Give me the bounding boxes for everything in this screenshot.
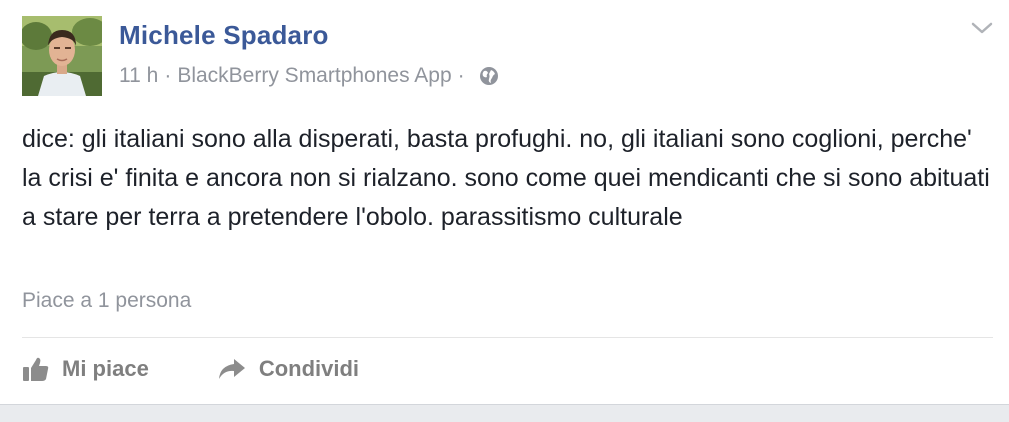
chevron-down-icon[interactable]	[971, 20, 993, 36]
post-card: Michele Spadaro 11 h · BlackBerry Smartp…	[0, 0, 1009, 404]
share-button[interactable]: Condividi	[217, 356, 359, 382]
feed-separator	[0, 404, 1009, 422]
profile-photo	[22, 16, 102, 96]
share-label: Condividi	[258, 356, 360, 381]
post-source[interactable]: BlackBerry Smartphones App	[177, 64, 451, 88]
share-arrow-icon	[217, 357, 247, 381]
globe-icon[interactable]	[479, 66, 499, 86]
like-label: Mi piace	[62, 356, 149, 381]
meta-separator: ·	[457, 64, 465, 87]
action-bar: Mi piace Condividi	[22, 356, 359, 382]
post-meta: 11 h · BlackBerry Smartphones App ·	[119, 64, 499, 88]
author-name[interactable]: Michele Spadaro	[119, 20, 329, 51]
likes-summary[interactable]: Piace a 1 persona	[22, 289, 191, 313]
thumbs-up-icon	[22, 356, 50, 382]
post-timestamp[interactable]: 11 h	[119, 64, 158, 88]
divider	[22, 337, 993, 338]
avatar[interactable]	[22, 16, 102, 96]
like-button[interactable]: Mi piace	[22, 356, 149, 382]
meta-separator: ·	[164, 64, 172, 87]
post-message: dice: gli italiani sono alla disperati, …	[22, 125, 990, 231]
